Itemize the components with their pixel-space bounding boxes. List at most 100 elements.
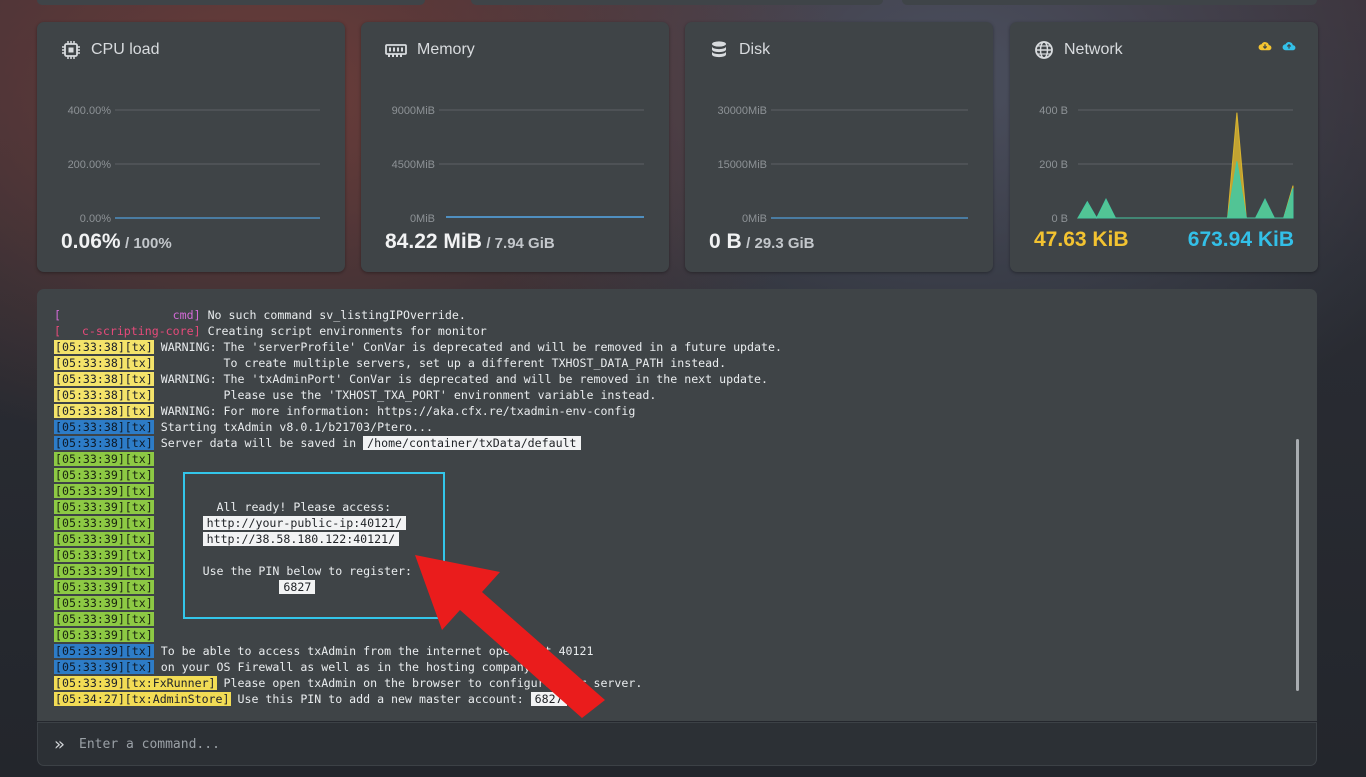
console-line: [05:33:38][tx] Please use the 'TXHOST_TX… <box>54 387 782 403</box>
log-highlight: /home/container/txData/default <box>363 436 581 450</box>
cpu-tick: 200.00% <box>68 159 112 171</box>
log-tag: [05:33:39][tx] <box>54 644 154 658</box>
network-rx-value: 47.63 KiB <box>1034 228 1129 251</box>
console-line: [05:33:38][tx] WARNING: The 'txAdminPort… <box>54 371 782 387</box>
memory-tick: 0MiB <box>410 213 435 225</box>
cpu-title: CPU load <box>91 41 160 58</box>
console-scrollbar[interactable] <box>1296 439 1299 691</box>
memory-value: 84.22 MiB <box>385 230 482 253</box>
log-tag: [05:33:39][tx] <box>54 516 154 530</box>
network-tick: 400 B <box>1039 105 1068 117</box>
network-tick: 0 B <box>1051 213 1068 225</box>
console-line: [05:33:39][tx:FxRunner] Please open txAd… <box>54 675 782 691</box>
console-line: [ cmd] No such command sv_listingIPOverr… <box>54 307 782 323</box>
memory-card: Memory 9000MiB 4500MiB 0MiB 84.22 MiB / … <box>361 22 669 272</box>
console-line: [ c-scripting-core] Creating script envi… <box>54 323 782 339</box>
log-tag: [05:33:38][tx] <box>54 436 154 450</box>
cpu-icon <box>62 41 80 59</box>
log-text: Use this PIN to add a new master account… <box>230 692 531 706</box>
log-tag: [05:33:38][tx] <box>54 420 154 434</box>
card-stub <box>902 0 1317 5</box>
memory-value-group: 84.22 MiB / 7.94 GiB <box>385 230 555 254</box>
log-tag: [05:33:39][tx] <box>54 628 154 642</box>
network-tx-value: 673.94 KiB <box>1187 228 1294 251</box>
memory-icon <box>385 44 407 57</box>
log-tag: [05:33:39][tx] <box>54 612 154 626</box>
disk-tick: 15000MiB <box>717 159 767 171</box>
log-tag: [05:34:27][tx:AdminStore] <box>54 692 231 706</box>
memory-title: Memory <box>417 41 475 58</box>
network-values: 47.63 KiB 673.94 KiB <box>1034 228 1294 252</box>
console-line: [05:33:38][tx] WARNING: For more informa… <box>54 403 782 419</box>
disk-tick: 0MiB <box>742 213 767 225</box>
memory-tick: 4500MiB <box>392 159 435 171</box>
console-line: [05:33:39][tx] on your OS Firewall as we… <box>54 659 782 675</box>
disk-value-group: 0 B / 29.3 GiB <box>709 230 815 254</box>
globe-icon <box>1035 41 1053 59</box>
network-tick: 200 B <box>1039 159 1068 171</box>
disk-title: Disk <box>739 41 771 58</box>
log-tag: [ c-scripting-core] <box>54 324 201 338</box>
cpu-card: CPU load 400.00% 200.00% 0.00% 0.06% / 1… <box>37 22 345 272</box>
log-tag: [05:33:39][tx] <box>54 660 154 674</box>
cpu-total: / 100% <box>125 235 172 252</box>
disk-chart: 30000MiB 15000MiB 0MiB <box>717 105 968 225</box>
database-icon <box>712 41 726 58</box>
network-series-area <box>1077 161 1294 220</box>
console-line: [05:33:39][tx] To be able to access txAd… <box>54 643 782 659</box>
card-stub <box>37 0 425 5</box>
disk-tick: 30000MiB <box>717 105 767 117</box>
console-line: [05:33:39][tx] <box>54 627 782 643</box>
log-text: WARNING: The 'serverProfile' ConVar is d… <box>153 340 782 354</box>
memory-tick: 9000MiB <box>392 105 435 117</box>
card-stub <box>471 0 883 5</box>
log-tag: [05:33:39][tx] <box>54 548 154 562</box>
log-tag: [05:33:39][tx] <box>54 564 154 578</box>
cloud-upload-icon <box>1282 42 1296 51</box>
log-text: Please open txAdmin on the browser to co… <box>216 676 643 690</box>
network-card: Network 400 B 200 B 0 B 47.63 KiB 673.94… <box>1010 22 1318 272</box>
cpu-value: 0.06% <box>61 230 121 253</box>
log-tag: [05:33:38][tx] <box>54 388 154 402</box>
network-chart: 400 B 200 B 0 B <box>1039 105 1294 225</box>
log-tag: [05:33:38][tx] <box>54 340 154 354</box>
network-series-area <box>1077 112 1294 219</box>
cpu-tick: 0.00% <box>80 213 111 225</box>
log-tag: [05:33:39][tx] <box>54 452 154 466</box>
log-text: Server data will be saved in <box>153 436 364 450</box>
cpu-tick: 400.00% <box>68 105 112 117</box>
log-tag: [05:33:39][tx] <box>54 500 154 514</box>
command-input[interactable] <box>77 735 982 753</box>
console-line: [05:33:38][tx] WARNING: The 'serverProfi… <box>54 339 782 355</box>
log-tag: [05:33:39][tx] <box>54 468 154 482</box>
cpu-value-group: 0.06% / 100% <box>61 230 172 254</box>
log-text: No such command sv_listingIPOverride. <box>200 308 466 322</box>
log-tag: [05:33:38][tx] <box>54 404 154 418</box>
log-text: Creating script environments for monitor <box>200 324 487 338</box>
cpu-chart: 400.00% 200.00% 0.00% <box>68 105 320 225</box>
console-output[interactable]: [ cmd] No such command sv_listingIPOverr… <box>37 289 1317 721</box>
highlight-frame <box>183 472 445 619</box>
log-text: WARNING: For more information: https://a… <box>153 404 636 418</box>
log-tag: [05:33:39][tx:FxRunner] <box>54 676 217 690</box>
cloud-download-icon <box>1258 42 1272 51</box>
console-line: [05:33:38][tx] Starting txAdmin v8.0.1/b… <box>54 419 782 435</box>
log-tag: [05:33:38][tx] <box>54 372 154 386</box>
log-text: Starting txAdmin v8.0.1/b21703/Ptero... <box>153 420 433 434</box>
log-tag: [05:33:39][tx] <box>54 596 154 610</box>
command-bar: » <box>37 722 1317 766</box>
console-line: [05:33:38][tx] To create multiple server… <box>54 355 782 371</box>
log-tag: [05:33:38][tx] <box>54 356 154 370</box>
double-chevron-right-icon: » <box>54 733 66 755</box>
log-text: To create multiple servers, set up a dif… <box>153 356 727 370</box>
disk-value: 0 B <box>709 230 742 253</box>
disk-card: Disk 30000MiB 15000MiB 0MiB 0 B / 29.3 G… <box>685 22 993 272</box>
log-text: WARNING: The 'txAdminPort' ConVar is dep… <box>153 372 768 386</box>
log-text: on your OS Firewall as well as in the ho… <box>153 660 538 674</box>
network-title: Network <box>1064 41 1123 58</box>
log-tag: [05:33:39][tx] <box>54 484 154 498</box>
log-highlight: 6827 <box>530 692 567 706</box>
log-tag: [ cmd] <box>54 308 201 322</box>
log-text: To be able to access txAdmin from the in… <box>153 644 594 658</box>
log-tag: [05:33:39][tx] <box>54 580 154 594</box>
